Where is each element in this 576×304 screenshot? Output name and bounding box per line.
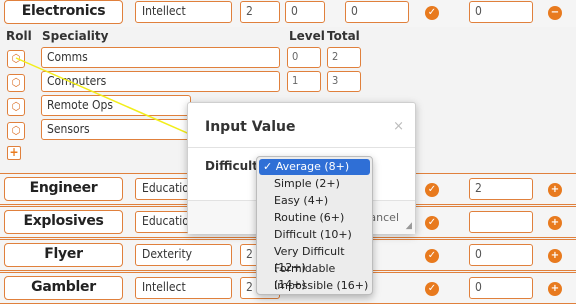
difficulty-option[interactable]: ✓ Average (8+) bbox=[259, 159, 370, 175]
difficulty-option[interactable]: Easy (4+) bbox=[259, 193, 370, 209]
difficulty-option[interactable]: Formidable (14+) bbox=[259, 261, 370, 291]
close-icon[interactable]: × bbox=[393, 119, 404, 134]
dialog-title: Input Value bbox=[205, 119, 296, 135]
difficulty-option[interactable]: Routine (6+) bbox=[259, 210, 370, 226]
difficulty-option[interactable]: Simple (2+) bbox=[259, 176, 370, 192]
difficulty-option[interactable]: Very Difficult (12+) bbox=[259, 244, 370, 274]
difficulty-option[interactable]: Impossible (16+) bbox=[259, 278, 370, 294]
resize-handle-icon[interactable]: ◢ bbox=[406, 221, 412, 231]
divider bbox=[188, 147, 415, 148]
difficulty-option[interactable]: Difficult (10+) bbox=[259, 227, 370, 243]
difficulty-dropdown[interactable]: ✓ Average (8+) Simple (2+) Easy (4+) Rou… bbox=[256, 156, 373, 295]
character-sheet: Electronics Intellect 2 0 0 ✓ 0 − Roll S… bbox=[0, 0, 576, 304]
checkmark-icon: ✓ bbox=[263, 160, 273, 173]
